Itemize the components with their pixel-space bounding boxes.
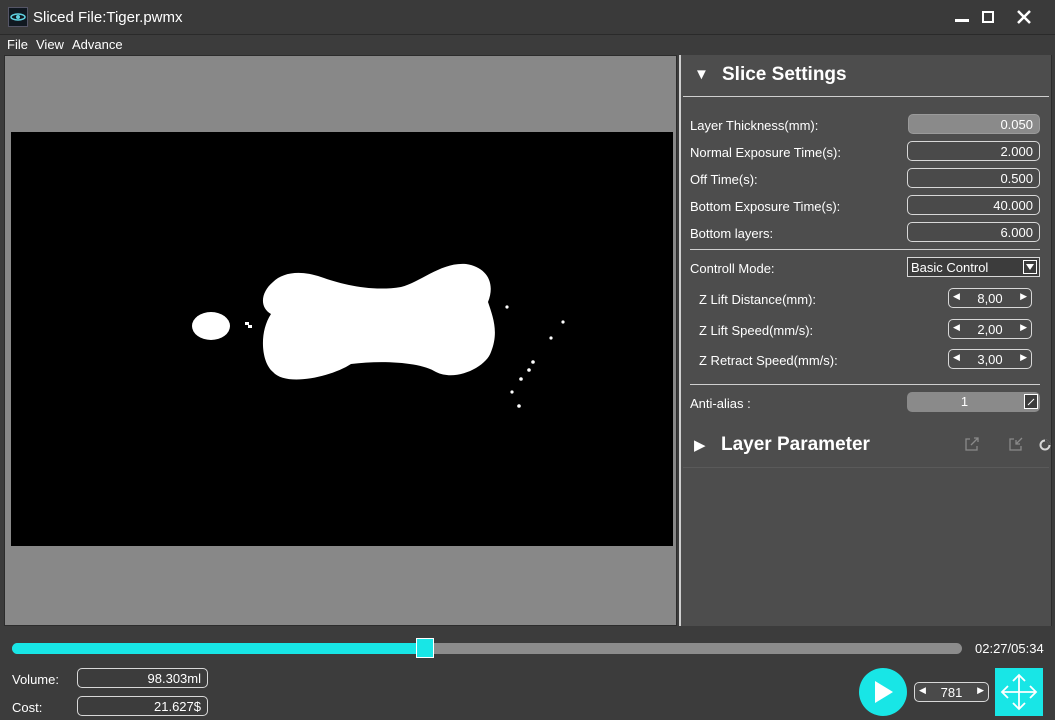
anti-alias-value: 1 [960,394,969,409]
collapse-triangle-icon: ▼ [694,66,709,83]
divider [683,96,1049,97]
z-retract-speed-label: Z Retract Speed(mm/s): [699,353,838,368]
dropdown-arrow-icon [1024,394,1038,409]
layer-parameter-header[interactable]: ▶ Layer Parameter [690,432,1050,458]
normal-exposure-field[interactable]: 2.000 [907,141,1040,161]
move-view-button[interactable] [995,668,1043,716]
move-arrows-icon [1000,673,1038,711]
increment-arrow-icon[interactable]: ▶ [1020,322,1027,333]
divider [690,249,1040,250]
slice-settings-title: Slice Settings [722,64,847,85]
maximize-icon [982,11,994,23]
layer-slider-thumb[interactable] [416,638,435,658]
bottom-layers-label: Bottom layers: [690,226,774,241]
off-time-field[interactable]: 0.500 [907,168,1040,188]
off-time-label: Off Time(s): [690,172,758,187]
volume-label: Volume: [12,672,59,687]
divider [690,384,1040,385]
cost-field: 21.627$ [77,696,208,716]
divider [683,467,1049,468]
z-lift-speed-value: 2,00 [977,322,1003,337]
window-title: Sliced File:Tiger.pwmx [33,9,183,26]
photon-logo-icon [8,7,28,27]
menu-file[interactable]: File [7,37,28,52]
maximize-button[interactable] [974,4,1002,30]
z-lift-speed-stepper[interactable]: ◀ 2,00 ▶ [948,319,1032,339]
play-icon [875,681,893,703]
normal-exposure-label: Normal Exposure Time(s): [690,145,841,160]
z-lift-distance-label: Z Lift Distance(mm): [699,292,817,307]
layer-thickness-label: Layer Thickness(mm): [690,118,819,133]
control-mode-value: Basic Control [911,260,989,275]
close-icon [1017,10,1031,24]
z-retract-speed-value: 3,00 [977,352,1003,367]
menu-view[interactable]: View [36,37,64,52]
minimize-button[interactable] [948,4,976,30]
minimize-icon [955,19,969,22]
control-mode-label: Controll Mode: [690,261,775,276]
control-mode-select[interactable]: Basic Control [907,257,1040,277]
layer-slider-fill [12,643,426,654]
bottom-exposure-label: Bottom Exposure Time(s): [690,199,841,214]
layer-thickness-field: 0.050 [908,114,1040,134]
play-button[interactable] [859,668,907,716]
menu-advance[interactable]: Advance [72,37,123,52]
slice-image [192,263,565,408]
increment-arrow-icon[interactable]: ▶ [1020,352,1027,363]
z-retract-speed-stepper[interactable]: ◀ 3,00 ▶ [948,349,1032,369]
increment-arrow-icon[interactable]: ▶ [1020,291,1027,302]
layer-parameter-title: Layer Parameter [721,434,870,455]
slice-preview[interactable] [11,132,673,546]
cost-label: Cost: [12,700,43,715]
bottom-layers-field[interactable]: 6.000 [907,222,1040,242]
z-lift-speed-label: Z Lift Speed(mm/s): [699,323,814,338]
menu-bar [0,35,1055,55]
layer-stepper[interactable]: ◀ 781 ▶ [914,682,989,702]
bottom-exposure-field[interactable]: 40.000 [907,195,1040,215]
print-time: 02:27/05:34 [975,641,1044,656]
volume-field: 98.303ml [77,668,208,688]
z-lift-distance-value: 8,00 [977,291,1003,306]
slice-settings-header[interactable]: ▼ Slice Settings [690,62,1040,88]
dropdown-arrow-icon [1023,260,1037,274]
import-icon[interactable] [1008,436,1024,452]
z-lift-distance-stepper[interactable]: ◀ 8,00 ▶ [948,288,1032,308]
anti-alias-label: Anti-alias : [690,396,751,411]
export-icon[interactable] [964,436,980,452]
close-button[interactable] [1010,4,1038,30]
expand-triangle-icon: ▶ [694,437,706,454]
loading-icon [1039,438,1051,451]
anti-alias-select[interactable]: 1 [907,392,1040,412]
increment-arrow-icon[interactable]: ▶ [977,685,984,696]
